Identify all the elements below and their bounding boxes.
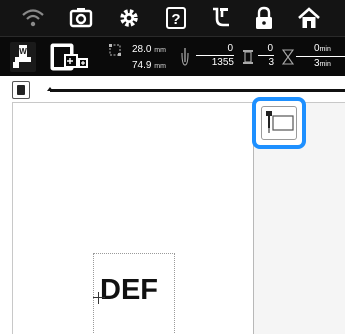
starting-point-button[interactable] [252, 97, 306, 149]
start-position-icon [266, 111, 294, 133]
stitch-count: 0 1355 [196, 43, 234, 68]
hourglass-icon [281, 47, 295, 67]
sewing-time: 0min 3min [296, 43, 345, 70]
pattern-width-readout: 28.0 mm [132, 44, 166, 56]
color-change-count: 0 3 [258, 43, 274, 68]
embroidery-frame-icon[interactable] [50, 42, 96, 72]
top-status-bar: ? [0, 0, 345, 36]
pattern-height-readout: 74.9 mm [132, 60, 166, 72]
pattern-height-unit: mm [154, 63, 166, 70]
time-unit: min [319, 46, 331, 53]
time-total-unit: min [319, 61, 331, 68]
lock-icon[interactable] [251, 5, 277, 31]
sewing-area[interactable]: DEF [12, 103, 254, 334]
pattern-preview[interactable]: DEF [93, 253, 175, 334]
needle-position-crosshair [93, 292, 105, 304]
pattern-height-value: 74.9 [132, 60, 152, 71]
color-current: 0 [258, 43, 274, 56]
wifi-icon [20, 5, 46, 31]
stitch-count-current: 0 [196, 43, 234, 56]
help-icon[interactable]: ? [163, 5, 189, 31]
pattern-width-value: 28.0 [132, 44, 152, 55]
pattern-info-bar: W 28.0 mm 74.9 mm 0 1355 0 3 0min 3min [0, 36, 345, 76]
pattern-size-icon [108, 43, 122, 73]
thread-spool-icon [241, 47, 255, 67]
stitch-count-total: 1355 [211, 57, 234, 68]
stitch-progress-bar[interactable] [50, 89, 345, 92]
camera-icon[interactable] [68, 5, 94, 31]
presser-foot-icon[interactable]: W [10, 42, 36, 72]
needle-icon [178, 47, 192, 67]
stitch-guide-icon[interactable] [208, 5, 234, 31]
gear-icon[interactable] [116, 5, 142, 31]
thread-color-swatch[interactable] [12, 81, 30, 99]
pattern-width-unit: mm [154, 47, 166, 54]
home-icon[interactable] [296, 5, 322, 31]
pattern-text: DEF [100, 274, 158, 306]
color-total: 3 [268, 57, 274, 68]
svg-text:W: W [19, 47, 27, 56]
svg-text:?: ? [171, 11, 180, 28]
progress-marker [47, 87, 53, 91]
